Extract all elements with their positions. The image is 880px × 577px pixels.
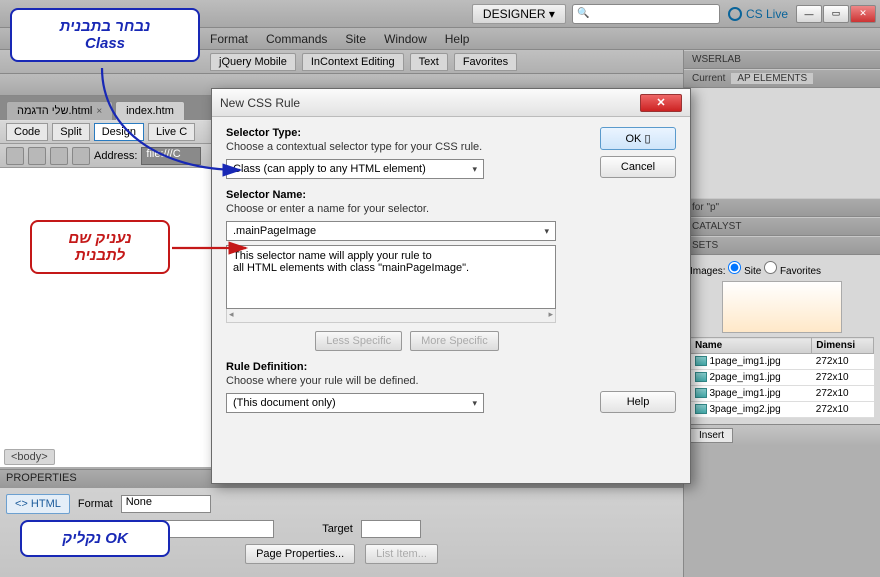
tab-jquery[interactable]: jQuery Mobile [210, 53, 296, 71]
list-item-button: List Item... [365, 544, 438, 564]
selector-info-box: This selector name will apply your rule … [226, 245, 556, 309]
menu-site[interactable]: Site [345, 32, 366, 46]
target-select[interactable] [361, 520, 421, 538]
panel-browserlab[interactable]: WSERLAB [684, 50, 880, 69]
dialog-title: New CSS Rule [220, 96, 300, 110]
rule-def-desc: Choose where your rule will be defined. [226, 375, 588, 387]
panel-ap-elements[interactable]: AP ELEMENTS [731, 73, 813, 84]
html-mode-button[interactable]: <> HTML [6, 494, 70, 514]
cancel-button[interactable]: Cancel [600, 156, 676, 178]
table-row[interactable]: 3page_img2.jpg272x10 [691, 402, 874, 418]
insert-button[interactable]: Insert [684, 424, 880, 446]
close-button[interactable]: ✕ [850, 5, 876, 23]
panel-body-1 [684, 88, 880, 128]
dialog-close-button[interactable]: ✕ [640, 94, 682, 112]
panel-catalyst[interactable]: CATALYST [684, 217, 880, 236]
menu-commands[interactable]: Commands [266, 32, 327, 46]
rule-def-dropdown[interactable]: (This document only)▾ [226, 393, 484, 413]
dialog-titlebar[interactable]: New CSS Rule ✕ [212, 89, 690, 117]
images-label: Images: [690, 266, 726, 277]
selector-type-label: Selector Type: [226, 127, 588, 139]
image-icon [695, 372, 707, 382]
selector-type-desc: Choose a contextual selector type for yo… [226, 141, 588, 153]
page-properties-button[interactable]: Page Properties... [245, 544, 355, 564]
minimize-button[interactable]: — [796, 5, 822, 23]
assets-panel: Images: Site Favorites NameDimensi 1page… [684, 255, 880, 424]
maximize-button[interactable]: ▭ [823, 5, 849, 23]
menu-format[interactable]: Format [210, 32, 248, 46]
callout-class: נבחר בתבניתClass [10, 8, 200, 62]
tab-favorites[interactable]: Favorites [454, 53, 517, 71]
panel-assets[interactable]: SETS [684, 236, 880, 255]
cslive-button[interactable]: CS Live [728, 7, 788, 21]
less-specific-button: Less Specific [315, 331, 402, 351]
ok-button[interactable]: OK ▯ [600, 127, 676, 150]
table-row[interactable]: 1page_img1.jpg272x10 [691, 354, 874, 370]
workspace-switcher[interactable]: DESIGNER ▾ [472, 4, 566, 24]
right-panels: WSERLAB Current AP ELEMENTS for "p" CATAL… [683, 50, 880, 577]
close-icon[interactable]: × [96, 106, 102, 117]
panel-current[interactable]: Current [692, 73, 725, 84]
view-live[interactable]: Live C [148, 123, 195, 141]
image-icon [695, 356, 707, 366]
chevron-down-icon: ▾ [472, 164, 477, 175]
more-specific-button: More Specific [410, 331, 499, 351]
refresh-icon[interactable] [50, 147, 68, 165]
search-input[interactable] [572, 4, 720, 24]
cslive-icon [728, 7, 742, 21]
chevron-down-icon: ▾ [544, 226, 549, 237]
scrollbar-horizontal[interactable]: ◂▸ [226, 309, 556, 323]
back-icon[interactable] [6, 147, 24, 165]
selector-name-desc: Choose or enter a name for your selector… [226, 203, 588, 215]
format-label: Format [78, 498, 113, 510]
chevron-down-icon: ▾ [472, 398, 477, 409]
target-label: Target [322, 523, 353, 535]
new-css-rule-dialog: New CSS Rule ✕ Selector Type: Choose a c… [211, 88, 691, 484]
doc-tab-1[interactable]: שלי הדגמה.html× [6, 101, 113, 120]
view-code[interactable]: Code [6, 123, 48, 141]
col-name[interactable]: Name [691, 338, 812, 354]
favorites-radio[interactable] [764, 261, 777, 274]
forward-icon[interactable] [28, 147, 46, 165]
panel-body-2 [684, 128, 880, 198]
address-label: Address: [94, 150, 137, 162]
image-icon [695, 404, 707, 414]
table-row[interactable]: 2page_img1.jpg272x10 [691, 370, 874, 386]
assets-table: NameDimensi 1page_img1.jpg272x10 2page_i… [690, 337, 874, 418]
callout-ok: נקליק OK [20, 520, 170, 557]
rule-def-label: Rule Definition: [226, 361, 588, 373]
menu-window[interactable]: Window [384, 32, 427, 46]
view-design[interactable]: Design [94, 123, 144, 141]
col-dim[interactable]: Dimensi [812, 338, 874, 354]
asset-preview [722, 281, 842, 333]
selector-type-dropdown[interactable]: Class (can apply to any HTML element)▾ [226, 159, 484, 179]
selector-name-input[interactable]: .mainPageImage▾ [226, 221, 556, 241]
home-icon[interactable] [72, 147, 90, 165]
help-button[interactable]: Help [600, 391, 676, 413]
tab-incontext[interactable]: InContext Editing [302, 53, 404, 71]
tab-text[interactable]: Text [410, 53, 448, 71]
image-icon [695, 388, 707, 398]
tag-selector[interactable]: <body> [4, 449, 55, 465]
view-split[interactable]: Split [52, 123, 89, 141]
site-radio[interactable] [728, 261, 741, 274]
callout-name: נעניק שםלתבנית [30, 220, 170, 274]
selector-name-label: Selector Name: [226, 189, 588, 201]
doc-tab-2[interactable]: index.htm [115, 101, 185, 120]
table-row[interactable]: 3page_img1.jpg272x10 [691, 386, 874, 402]
format-select[interactable]: None [121, 495, 211, 513]
address-field[interactable]: file:///C [141, 147, 201, 165]
panel-for-p: for "p" [684, 198, 880, 217]
menu-help[interactable]: Help [445, 32, 470, 46]
